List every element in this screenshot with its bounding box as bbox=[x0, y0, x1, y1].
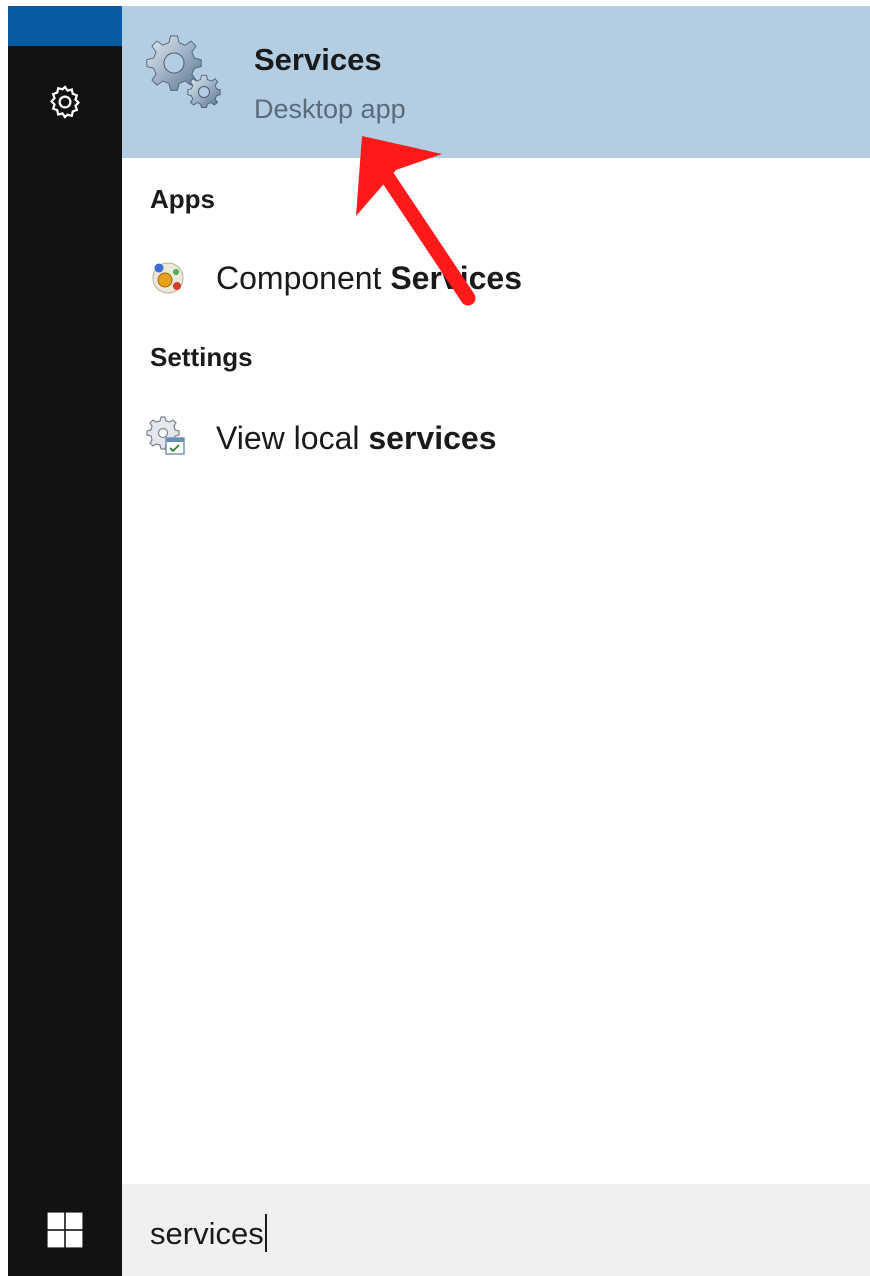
left-rail bbox=[8, 6, 122, 1276]
best-match-title: Services bbox=[254, 42, 382, 77]
settings-button[interactable] bbox=[8, 62, 122, 142]
setting-result-view-local-services[interactable]: View local services bbox=[122, 402, 870, 474]
rail-accent-bar bbox=[8, 6, 122, 46]
settings-gear-icon bbox=[146, 416, 185, 455]
app-result-component-services[interactable]: Component Services bbox=[122, 242, 870, 314]
best-match-subtitle: Desktop app bbox=[254, 94, 406, 124]
search-flyout: Services Desktop app Apps Component Serv… bbox=[8, 6, 870, 1276]
search-input[interactable]: services bbox=[150, 1214, 267, 1252]
apps-section-heading: Apps bbox=[150, 184, 215, 214]
search-box[interactable]: services bbox=[122, 1184, 870, 1276]
services-gears-icon bbox=[146, 35, 221, 108]
results-panel: Services Desktop app Apps Component Serv… bbox=[122, 6, 870, 1184]
start-button[interactable] bbox=[8, 1184, 122, 1276]
windows-logo-icon bbox=[47, 1212, 83, 1248]
gear-icon bbox=[50, 85, 80, 119]
best-match-result[interactable]: Services Desktop app bbox=[122, 6, 870, 158]
text-caret bbox=[264, 1214, 267, 1252]
setting-result-label: View local services bbox=[216, 419, 497, 456]
settings-section-heading: Settings bbox=[150, 342, 253, 372]
app-result-label: Component Services bbox=[216, 259, 522, 296]
component-services-icon bbox=[152, 262, 184, 294]
